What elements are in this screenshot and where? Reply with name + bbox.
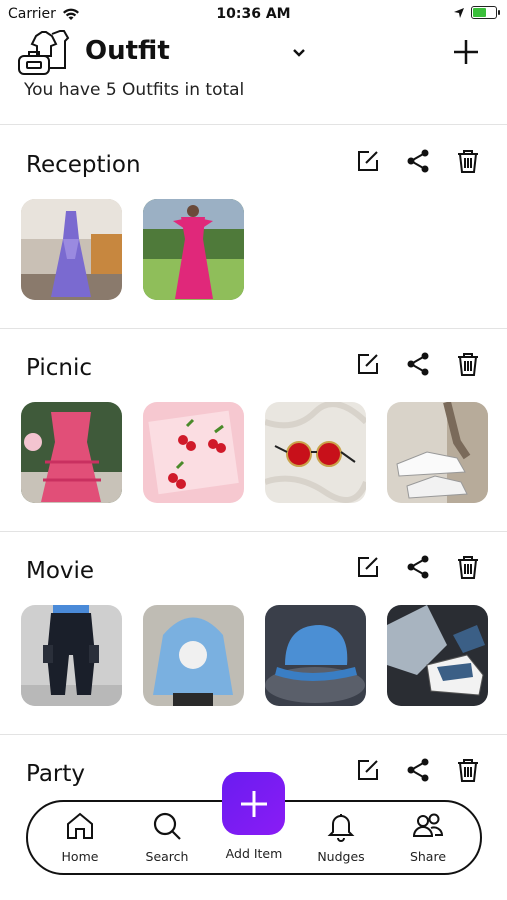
header: Outfit You have 5 Outfits in total <box>0 28 507 125</box>
nav-share-label: Share <box>409 849 447 864</box>
outfit-title: Picnic <box>26 355 93 381</box>
outfit-item-image[interactable] <box>387 402 488 503</box>
nav-share[interactable]: Share <box>388 810 468 864</box>
outfit-item-image[interactable] <box>143 199 244 300</box>
share-icon[interactable] <box>405 148 431 174</box>
status-time: 10:36 AM <box>216 6 291 22</box>
trash-icon[interactable] <box>455 351 481 377</box>
home-icon <box>67 812 93 839</box>
trash-icon[interactable] <box>455 554 481 580</box>
nav-add-item[interactable]: Add Item <box>214 842 294 861</box>
outfit-item-image[interactable] <box>21 199 122 300</box>
page-title: Outfit <box>85 36 170 66</box>
nav-nudges[interactable]: Nudges <box>301 810 381 864</box>
plus-icon <box>240 790 267 817</box>
edit-icon[interactable] <box>355 351 381 377</box>
share-icon[interactable] <box>405 351 431 377</box>
nav-nudges-label: Nudges <box>317 849 365 864</box>
edit-icon[interactable] <box>355 757 381 783</box>
nav-home-label: Home <box>61 849 99 864</box>
outfit-item-image[interactable] <box>265 605 366 706</box>
add-item-button[interactable] <box>222 772 285 835</box>
share-icon[interactable] <box>405 757 431 783</box>
location-arrow-icon <box>454 7 464 18</box>
users-icon <box>412 813 444 837</box>
battery-icon <box>471 6 500 19</box>
search-icon <box>153 812 181 840</box>
outfit-title: Movie <box>26 558 95 584</box>
trash-icon[interactable] <box>455 757 481 783</box>
outfit-title: Reception <box>26 152 141 178</box>
add-outfit-button[interactable] <box>452 38 480 70</box>
edit-icon[interactable] <box>355 148 381 174</box>
status-bar: Carrier 10:36 AM <box>0 0 507 28</box>
outfit-title: Party <box>26 761 86 787</box>
outfit-count-text: You have 5 Outfits in total <box>24 80 245 100</box>
outfit-item-image[interactable] <box>21 605 122 706</box>
nav-search[interactable]: Search <box>127 810 207 864</box>
trash-icon[interactable] <box>455 148 481 174</box>
outfit-item-image[interactable] <box>21 402 122 503</box>
outfit-item-image[interactable] <box>143 402 244 503</box>
edit-icon[interactable] <box>355 554 381 580</box>
bell-icon <box>327 814 355 842</box>
outfit-section-picnic: Picnic <box>0 329 507 532</box>
outfit-item-image[interactable] <box>265 402 366 503</box>
nav-add-item-label: Add Item <box>225 846 283 861</box>
share-icon[interactable] <box>405 554 431 580</box>
outfit-item-image[interactable] <box>387 605 488 706</box>
wardrobe-logo-icon <box>16 28 72 84</box>
outfit-section-movie: Movie <box>0 532 507 735</box>
outfit-item-image[interactable] <box>143 605 244 706</box>
nav-search-label: Search <box>145 849 189 864</box>
chevron-down-icon[interactable] <box>292 43 306 62</box>
nav-home[interactable]: Home <box>40 810 120 864</box>
outfit-section-reception: Reception <box>0 126 507 329</box>
